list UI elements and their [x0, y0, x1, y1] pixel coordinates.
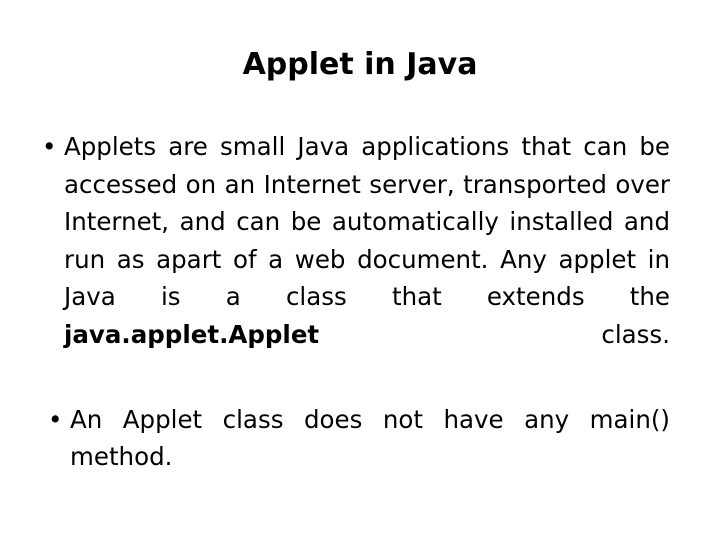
list-item-text: An Applet class does not have any main()… [70, 401, 670, 514]
list-item: • An Applet class does not have any main… [36, 401, 684, 514]
bullet-list: • Applets are small Java applications th… [36, 128, 684, 513]
page-title: Applet in Java [242, 47, 478, 82]
text-run-bold-class-name: java.applet.Applet [64, 319, 320, 349]
bullet-point-icon: • [42, 132, 57, 161]
text-run-normal-trailing: class. [319, 319, 670, 349]
list-item-text: Applets are small Java applications that… [64, 128, 670, 391]
slide-canvas: Applet in Java • Applets are small Java … [0, 0, 720, 540]
list-item: • Applets are small Java applications th… [36, 128, 684, 391]
bullet-point-icon: • [48, 404, 63, 434]
text-run-normal-leading: An Applet class does not have any main()… [70, 404, 670, 472]
text-run-normal-leading: Applets are small Java applications that… [64, 132, 670, 311]
slide-body: • Applets are small Java applications th… [36, 128, 684, 513]
